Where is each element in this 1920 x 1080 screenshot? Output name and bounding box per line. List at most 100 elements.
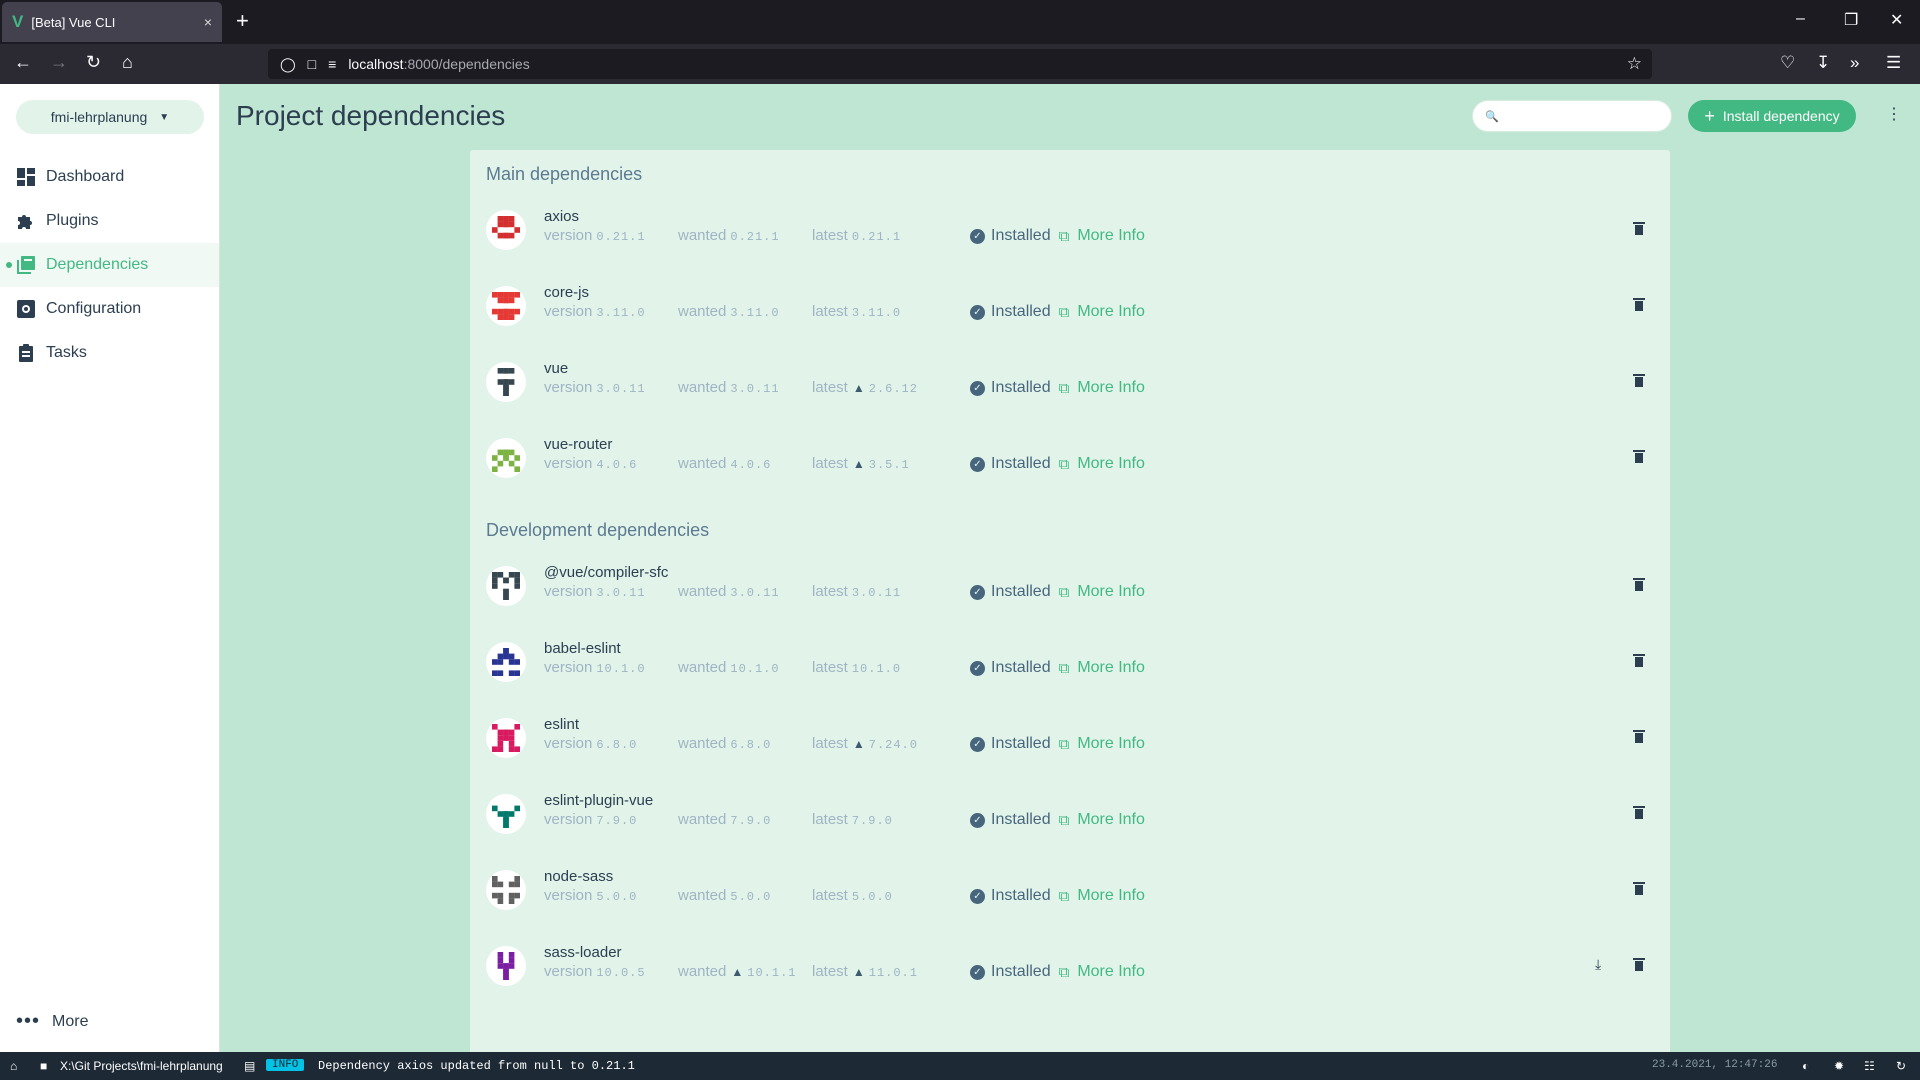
delete-icon[interactable] xyxy=(1632,956,1646,972)
more-info-link[interactable]: ⧉ More Info xyxy=(1059,735,1145,753)
window-close-icon[interactable]: ✕ xyxy=(1890,10,1903,30)
more-info-label: More Info xyxy=(1077,455,1145,472)
dependency-row[interactable]: eslint version 6.8.0 wanted 6.8.0 latest ▲ 7.24… xyxy=(470,700,1670,776)
version-value: 0.21.1 xyxy=(596,230,646,244)
more-info-link[interactable]: ⧉ More Info xyxy=(1059,455,1145,473)
dependency-status: ✓ Installed ⧉ More Info xyxy=(970,735,1145,753)
dependency-row[interactable]: @vue/compiler-sfc version 3.0.11 wanted 3.0.… xyxy=(470,548,1670,624)
home-icon[interactable]: ⌂ xyxy=(122,52,133,73)
translate-icon[interactable]: ☷ xyxy=(1864,1059,1875,1073)
sidebar-item-dashboard[interactable]: Dashboard xyxy=(0,155,219,199)
refresh-icon[interactable]: ↻ xyxy=(1896,1059,1906,1073)
download-icon[interactable]: ↧ xyxy=(1816,53,1830,73)
folder-icon[interactable]: ■ xyxy=(40,1059,47,1073)
version-label: version xyxy=(544,379,593,396)
version-group: version 6.8.0 xyxy=(544,735,637,752)
warning-triangle-icon: ▲ xyxy=(852,965,865,979)
delete-icon[interactable] xyxy=(1632,804,1646,820)
search-input[interactable] xyxy=(1506,108,1667,124)
latest-value: 2.6.12 xyxy=(868,382,918,396)
more-info-link[interactable]: ⧉ More Info xyxy=(1059,887,1145,905)
tab-close-icon[interactable]: × xyxy=(204,14,212,30)
project-selector[interactable]: fmi-lehrplanung ▼ xyxy=(16,100,204,134)
delete-icon[interactable] xyxy=(1632,880,1646,896)
dependency-row[interactable]: node-sass version 5.0.0 wanted 5.0.0 latest 5.… xyxy=(470,852,1670,928)
delete-icon[interactable] xyxy=(1632,652,1646,668)
package-identicon-icon xyxy=(492,292,520,320)
forward-icon[interactable]: → xyxy=(50,52,68,73)
settings-box-icon xyxy=(17,300,35,318)
delete-icon[interactable] xyxy=(1632,448,1646,464)
dependencies-panel: Main dependencies axios version 0.21.1 want… xyxy=(470,150,1670,1052)
dependency-name: axios xyxy=(544,208,580,225)
more-info-link[interactable]: ⧉ More Info xyxy=(1059,303,1145,321)
last-log-message[interactable]: Dependency axios updated from null to 0.… xyxy=(318,1059,635,1073)
latest-value: 11.0.1 xyxy=(868,966,918,980)
latest-group: latest 10.1.0 xyxy=(812,659,901,676)
more-info-link[interactable]: ⧉ More Info xyxy=(1059,379,1145,397)
dependency-row[interactable]: babel-eslint version 10.1.0 wanted 10.1.0 lat… xyxy=(470,624,1670,700)
delete-icon[interactable] xyxy=(1632,296,1646,312)
dependency-row[interactable]: eslint-plugin-vue version 7.9.0 wanted 7.9.0… xyxy=(470,776,1670,852)
browser-tab[interactable]: V [Beta] Vue CLI × xyxy=(2,2,222,42)
log-icon[interactable]: ▤ xyxy=(244,1059,255,1073)
dark-mode-icon[interactable]: ◐ xyxy=(1802,1059,1809,1073)
version-label: version xyxy=(544,811,593,828)
open-in-new-icon: ⧉ xyxy=(1058,583,1070,601)
bookmark-star-icon[interactable]: ☆ xyxy=(1627,54,1642,74)
dependency-row[interactable]: vue-router version 4.0.6 wanted 4.0.6 latest ▲… xyxy=(470,420,1670,496)
delete-icon[interactable] xyxy=(1632,576,1646,592)
version-value: 3.11.0 xyxy=(596,306,646,320)
dependency-status: ✓ Installed ⧉ More Info xyxy=(970,811,1145,829)
install-dependency-button[interactable]: + Install dependency xyxy=(1688,100,1856,132)
wanted-value: 3.0.11 xyxy=(730,382,780,396)
more-info-link[interactable]: ⧉ More Info xyxy=(1059,963,1145,981)
dependency-row[interactable]: vue version 3.0.11 wanted 3.0.11 latest ▲ 2.6.1… xyxy=(470,344,1670,420)
url-bar[interactable]: ◯ □ ≡ localhost :8000/dependencies ☆ xyxy=(268,49,1652,79)
sidebar-item-dependencies[interactable]: Dependencies xyxy=(0,243,219,287)
shield-icon[interactable]: ◯ xyxy=(280,56,296,73)
package-identicon-icon xyxy=(492,805,520,828)
dependency-row[interactable]: core-js version 3.11.0 wanted 3.11.0 latest 3.… xyxy=(470,268,1670,344)
delete-icon[interactable] xyxy=(1632,220,1646,236)
version-value: 3.0.11 xyxy=(596,586,646,600)
more-info-link[interactable]: ⧉ More Info xyxy=(1059,227,1145,245)
more-vert-icon[interactable]: ⋮ xyxy=(1886,104,1902,124)
pocket-icon[interactable]: ♡ xyxy=(1780,53,1795,73)
search-box[interactable]: 🔍 xyxy=(1472,100,1672,132)
update-download-icon[interactable]: ⤓ xyxy=(1595,956,1601,973)
new-tab-button[interactable]: + xyxy=(236,8,249,34)
hamburger-menu-icon[interactable]: ☰ xyxy=(1886,53,1901,73)
wanted-label: wanted xyxy=(678,659,727,676)
sidebar-item-configuration[interactable]: Configuration xyxy=(0,287,219,331)
sidebar-more-button[interactable]: ••• More xyxy=(16,1010,88,1033)
version-group: version 7.9.0 xyxy=(544,811,637,828)
wanted-group: wanted 6.8.0 xyxy=(678,735,771,752)
wanted-group: wanted 3.11.0 xyxy=(678,303,780,320)
bug-icon[interactable]: ✹ xyxy=(1834,1059,1844,1073)
more-info-link[interactable]: ⧉ More Info xyxy=(1059,811,1145,829)
dependency-avatar xyxy=(486,642,526,682)
reload-icon[interactable]: ↻ xyxy=(86,52,101,73)
back-icon[interactable]: ← xyxy=(14,52,32,73)
latest-value: 3.0.11 xyxy=(851,586,902,600)
sidebar-item-tasks[interactable]: Tasks xyxy=(0,331,219,375)
package-identicon-icon xyxy=(492,572,520,600)
more-info-link[interactable]: ⧉ More Info xyxy=(1059,583,1145,601)
wanted-group: wanted 3.0.11 xyxy=(678,379,780,396)
sidebar-item-plugins[interactable]: Plugins xyxy=(0,199,219,243)
latest-value: 3.5.1 xyxy=(868,458,910,472)
delete-icon[interactable] xyxy=(1632,372,1646,388)
more-info-link[interactable]: ⧉ More Info xyxy=(1059,659,1145,677)
minimize-icon[interactable]: – xyxy=(1796,10,1805,28)
dependency-row[interactable]: axios version 0.21.1 wanted 0.21.1 latest 0.21… xyxy=(470,192,1670,268)
restore-icon[interactable]: ❐ xyxy=(1844,10,1858,30)
project-path[interactable]: X:\Git Projects\fmi-lehrplanung xyxy=(60,1059,223,1073)
dependency-row[interactable]: sass-loader version 10.0.5 wanted ▲ 10.1.1 lat… xyxy=(470,928,1670,1004)
overflow-chevron-icon[interactable]: » xyxy=(1850,53,1859,73)
version-label: version xyxy=(544,659,593,676)
home-status-icon[interactable]: ⌂ xyxy=(10,1059,17,1073)
delete-icon[interactable] xyxy=(1632,728,1646,744)
permissions-icon[interactable]: ≡ xyxy=(328,56,336,72)
check-circle-icon: ✓ xyxy=(970,812,985,828)
